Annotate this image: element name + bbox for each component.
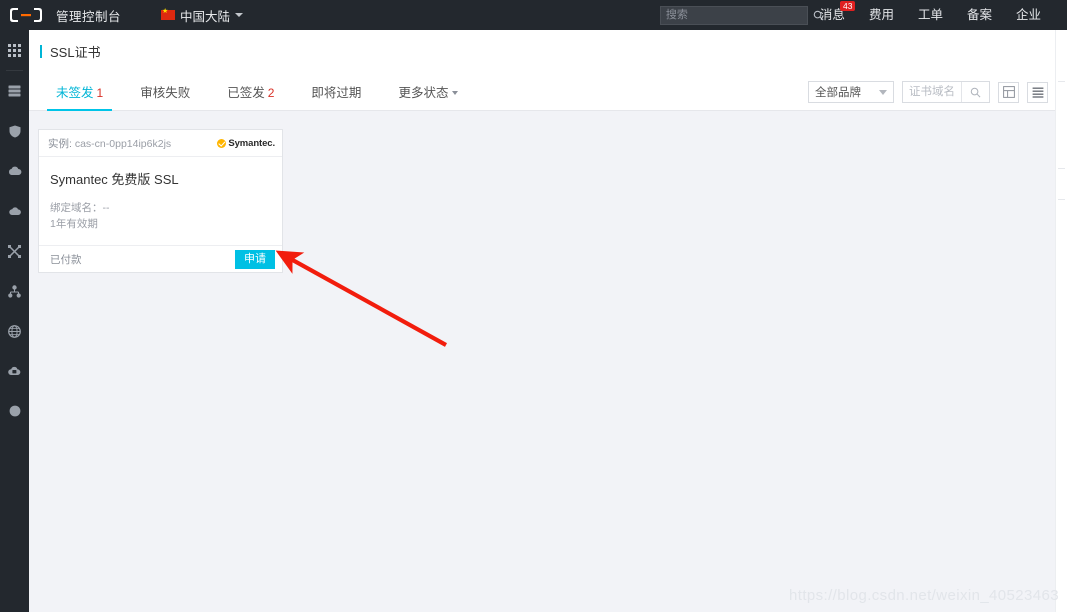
nav-item-messages[interactable]: 消息 43 [808, 0, 857, 30]
grid-view-toggle[interactable] [998, 81, 1019, 103]
region-selector[interactable]: 中国大陆 [161, 6, 244, 25]
sidebar-item-products-grid[interactable] [0, 30, 29, 70]
brand-logo: Symantec. [217, 138, 275, 149]
chevron-down-icon [452, 91, 459, 95]
grid-view-icon [1002, 86, 1015, 98]
globe-icon [8, 324, 21, 338]
instance-id: cas-cn-0pp14ip6k2js [74, 137, 172, 150]
tab-label-issued: 已签发 [227, 86, 265, 100]
sidebar-item-cloud-service[interactable] [0, 191, 29, 231]
tab-unissued[interactable]: 未签发 1 [47, 86, 113, 111]
sidebar-item-domain-globe[interactable] [0, 311, 29, 351]
sidebar-item-more-round[interactable] [0, 391, 29, 431]
symantec-check-icon [217, 138, 227, 148]
sidebar-item-security-shield[interactable] [0, 111, 29, 151]
domain-search[interactable] [902, 81, 990, 103]
caret-down-icon [235, 13, 244, 17]
tab-label-review-failed: 审核失败 [140, 86, 191, 100]
brand-name: Symantec. [228, 137, 275, 149]
nav-item-billing[interactable]: 费用 [857, 0, 906, 30]
tab-more-status[interactable]: 更多状态 [389, 86, 467, 110]
global-search-input[interactable] [660, 6, 813, 24]
tab-count-issued: 2 [267, 86, 275, 100]
page-header: SSL证书 [29, 30, 1067, 72]
tab-label-expiring: 即将过期 [311, 86, 362, 100]
server-stack-icon [8, 85, 21, 97]
left-icon-rail [0, 30, 29, 612]
tab-label-more-status: 更多状态 [398, 86, 449, 100]
console-title: 管理控制台 [56, 9, 122, 24]
cloud-icon [8, 166, 21, 175]
card-footer: 已付款 申请 [39, 245, 282, 272]
cloud-shield-icon [8, 366, 21, 375]
circle-icon [9, 405, 20, 417]
search-icon[interactable] [961, 82, 989, 102]
sidebar-item-cloud-storage[interactable] [0, 151, 29, 191]
nav-item-tickets[interactable]: 工单 [906, 0, 955, 30]
shield-icon [9, 125, 20, 137]
sidebar-item-network-transfer[interactable] [0, 231, 29, 271]
nav-item-enterprise[interactable]: 企业 [1004, 0, 1053, 30]
certificate-name: Symantec 免费版 SSL [50, 172, 179, 187]
tab-label-unissued: 未签发 [56, 86, 94, 100]
apps-grid-icon [8, 43, 21, 57]
instance-label: 实例: [48, 137, 72, 150]
payment-status-badge: 已付款 [50, 253, 82, 266]
app-root: 管理控制台 中国大陆 消息 43 费用 工单 [0, 0, 1067, 612]
certificate-card-list: 实例: cas-cn-0pp14ip6k2js Symantec. Symant… [29, 111, 1067, 273]
certificate-card[interactable]: 实例: cas-cn-0pp14ip6k2js Symantec. Symant… [38, 129, 283, 273]
watermark-text: https://blog.csdn.net/weixin_40523463 [789, 587, 1059, 604]
tabs-group: 未签发 1 审核失败 已签发 2 即将过期 更多状态 [47, 86, 486, 111]
region-label: 中国大陆 [180, 9, 231, 24]
sidebar-item-site-structure[interactable] [0, 271, 29, 311]
header-right-group: 消息 43 费用 工单 备案 企业 [659, 0, 1067, 30]
sidebar-item-ecs-server[interactable] [0, 71, 29, 111]
right-panel-strip [1055, 30, 1067, 612]
list-view-toggle[interactable] [1027, 81, 1048, 103]
instance-info: 实例: cas-cn-0pp14ip6k2js [48, 136, 171, 151]
sitemap-icon [8, 284, 21, 298]
strip-tick [1058, 168, 1065, 169]
strip-tick [1058, 81, 1065, 82]
global-search[interactable] [659, 5, 824, 25]
strip-tick [1058, 199, 1065, 200]
china-flag-icon [161, 7, 176, 20]
title-accent-bar [40, 44, 42, 58]
brand-filter-value: 全部品牌 [815, 87, 861, 99]
tab-issued[interactable]: 已签发 2 [218, 86, 283, 110]
card-header: 实例: cas-cn-0pp14ip6k2js Symantec. [39, 130, 282, 157]
apply-button[interactable]: 申请 [235, 249, 275, 269]
page-title: SSL证书 [50, 44, 101, 60]
list-toolbar: 全部品牌 [808, 81, 1048, 103]
card-body: Symantec 免费版 SSL 绑定域名：-- 1年有效期 [39, 157, 282, 245]
tab-review-failed[interactable]: 审核失败 [131, 86, 199, 110]
validity-period: 1年有效期 [50, 218, 98, 230]
sidebar-item-cloud-security[interactable] [0, 351, 29, 391]
shuffle-icon [8, 244, 21, 258]
nav-item-icp[interactable]: 备案 [955, 0, 1004, 30]
aliyun-bracket-logo-icon[interactable] [0, 0, 52, 30]
domain-search-input[interactable] [903, 82, 961, 102]
top-header-bar: 管理控制台 中国大陆 消息 43 费用 工单 [0, 0, 1067, 30]
status-tab-bar: 未签发 1 审核失败 已签发 2 即将过期 更多状态 全部品牌 [29, 72, 1067, 111]
message-count-badge: 43 [840, 1, 855, 11]
bound-domain: 绑定域名：-- [50, 202, 110, 214]
cloud-small-icon [8, 207, 21, 215]
brand-filter-select[interactable]: 全部品牌 [808, 81, 894, 103]
tab-expiring[interactable]: 即将过期 [302, 86, 370, 110]
tab-count-unissued: 1 [96, 86, 104, 100]
chevron-down-icon [879, 89, 887, 95]
main-content: SSL证书 未签发 1 审核失败 已签发 2 即将过期 更多状态 全部品牌 证书… [29, 30, 1067, 612]
list-view-icon [1032, 87, 1043, 98]
